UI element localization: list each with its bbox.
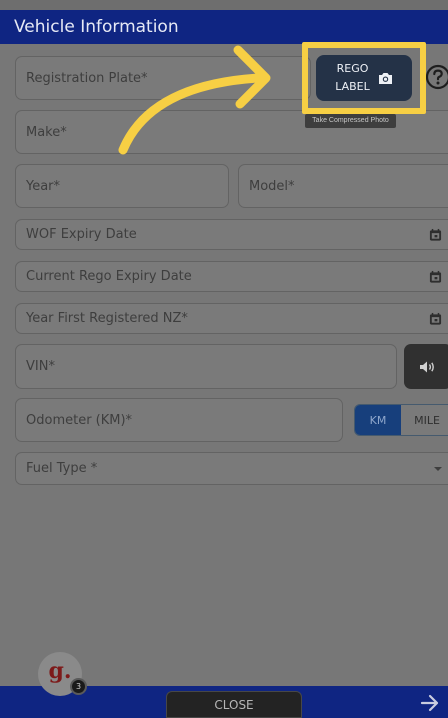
first-registered-field[interactable]: Year First Registered NZ* [15,303,448,334]
wof-expiry-field[interactable]: WOF Expiry Date [15,219,448,250]
rego-label-text: REGO LABEL [335,60,370,96]
fuel-type-select[interactable]: Fuel Type * [15,452,448,485]
rego-expiry-field[interactable]: Current Rego Expiry Date [15,261,448,292]
calendar-icon[interactable] [429,312,442,325]
fuel-type-label: Fuel Type * [26,461,98,476]
odometer-label: Odometer (KM)* [26,412,133,428]
unit-km-option[interactable]: KM [355,405,401,435]
page-header: Vehicle Information [0,10,448,44]
vin-speak-button[interactable] [404,344,448,389]
pointer-arrow-icon [118,45,271,155]
wof-expiry-label: WOF Expiry Date [26,227,137,242]
unit-mile-option[interactable]: MILE [401,405,448,435]
notification-badge: 3 [70,678,87,695]
model-field[interactable]: Model* [238,164,448,208]
speaker-icon [420,361,434,372]
rego-label-line2: LABEL [335,80,370,93]
rego-label-line1: REGO [336,62,369,75]
odometer-unit-toggle: KM MILE [354,404,448,436]
year-label: Year* [26,178,61,194]
model-label: Model* [249,178,295,194]
make-label: Make* [26,124,67,140]
status-strip [0,0,448,10]
rego-expiry-label: Current Rego Expiry Date [26,269,192,284]
help-circle-icon[interactable] [425,64,448,90]
vin-field[interactable]: VIN* [15,344,397,389]
arrow-right-icon[interactable] [420,694,440,712]
year-field[interactable]: Year* [15,164,229,208]
avatar-letter: g. [48,658,72,684]
calendar-icon[interactable] [429,228,442,241]
close-button[interactable]: CLOSE [166,691,302,718]
calendar-icon[interactable] [429,270,442,283]
rego-label-button[interactable]: REGO LABEL [316,55,412,101]
camera-icon [378,72,392,84]
odometer-field[interactable]: Odometer (KM)* [15,398,343,442]
vin-label: VIN* [26,359,55,374]
rego-tooltip: Take Compressed Photo [305,114,396,128]
page-title: Vehicle Information [14,17,179,37]
caret-down-icon [434,466,442,471]
first-registered-label: Year First Registered NZ* [26,311,188,326]
